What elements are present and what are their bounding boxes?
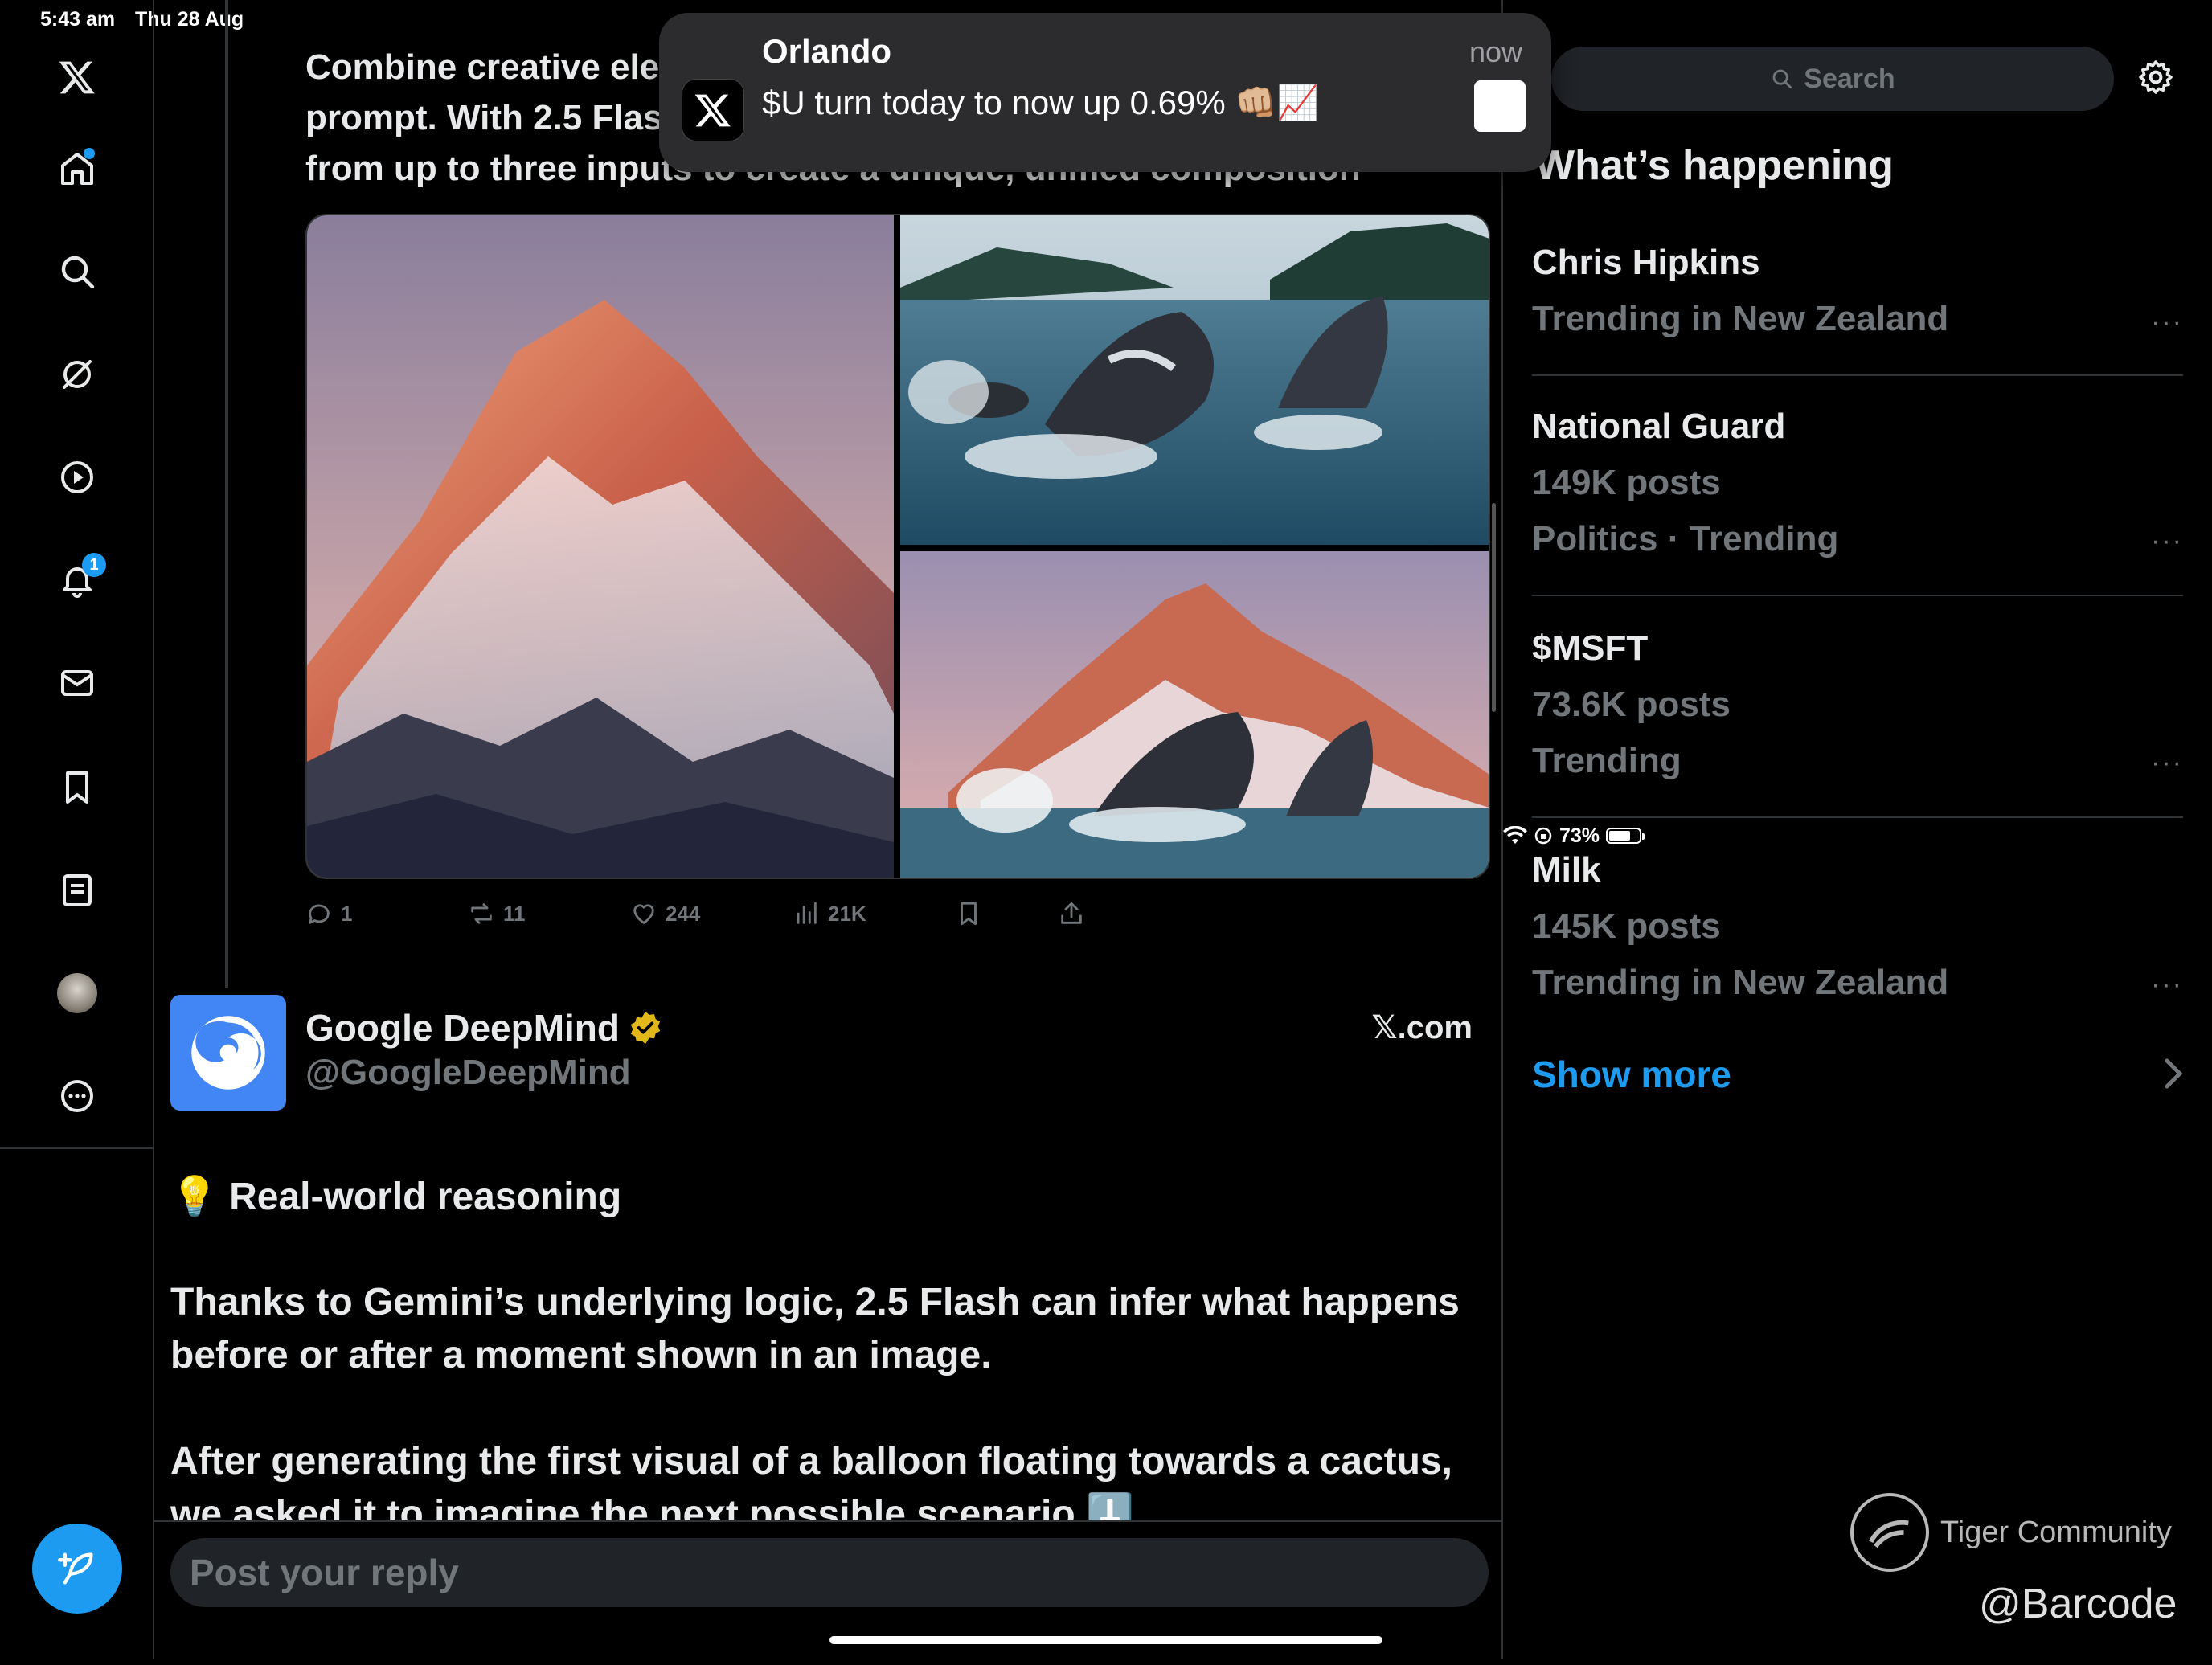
thread-line <box>225 0 228 988</box>
source-site-label: 𝕏.com <box>1371 1010 1473 1045</box>
search-placeholder: Search <box>1804 63 1895 94</box>
more-circle-icon <box>61 1080 93 1112</box>
trend-context: Trending <box>1532 741 1682 780</box>
main-column: Combine creative ele prompt. With 2.5 Fl… <box>154 0 1503 1659</box>
tiger-brand: Tiger Community <box>1940 1515 2172 1549</box>
mountain-whales-image[interactable] <box>900 551 1490 879</box>
notification-thumbnail <box>1474 80 1526 132</box>
trend-name: Milk <box>1532 850 1601 890</box>
trend-context: Trending in New Zealand <box>1532 299 1949 338</box>
repost-action[interactable]: 11 <box>468 900 526 927</box>
reply-count: 1 <box>341 901 353 926</box>
notification-title: Orlando <box>762 32 892 70</box>
trend-item[interactable]: Chris Hipkins Trending in New Zealand ··… <box>1532 243 2183 376</box>
gear-icon[interactable] <box>2136 58 2175 96</box>
nav-divider <box>0 1148 154 1149</box>
trend-more-icon[interactable]: ··· <box>2151 969 2183 1000</box>
trend-item[interactable]: Milk 145K posts Trending in New Zealand … <box>1532 850 2183 1019</box>
bookmark-icon <box>961 902 977 926</box>
notification-message: $U turn today to now up 0.69% 👊🏼📈 <box>762 84 1319 121</box>
trend-post-count: 145K posts <box>1532 906 1721 946</box>
bookmark-icon <box>66 771 88 804</box>
avatar <box>57 973 97 1013</box>
deepmind-avatar[interactable] <box>170 995 286 1111</box>
notification-time: now <box>1469 35 1522 68</box>
trend-name: National Guard <box>1532 407 1786 446</box>
like-count: 244 <box>666 901 701 926</box>
nav-messages[interactable] <box>45 651 109 715</box>
compose-button[interactable] <box>32 1524 122 1614</box>
search-icon <box>1772 69 1792 88</box>
author-handle[interactable]: @GoogleDeepMind <box>305 1053 631 1093</box>
right-sidebar: Search What’s happening Chris Hipkins Tr… <box>1503 0 2212 1659</box>
nav-lists[interactable] <box>45 858 109 922</box>
share-action[interactable] <box>1058 900 1085 927</box>
tiger-community-watermark: Tiger Community <box>1850 1493 2172 1572</box>
trend-context: Politics · Trending <box>1532 519 1839 558</box>
trend-name: $MSFT <box>1532 628 1649 668</box>
repost-icon <box>471 903 492 924</box>
reply-input[interactable]: Post your reply <box>170 1538 1489 1607</box>
tweet-media-grid[interactable] <box>305 214 1490 879</box>
nav-home[interactable] <box>45 137 109 201</box>
post-heading: 💡 Real-world reasoning <box>170 1176 622 1218</box>
reply-icon <box>309 904 330 924</box>
play-icon <box>61 461 93 493</box>
home-unread-dot <box>84 148 95 159</box>
verified-badge-icon <box>630 1011 661 1045</box>
trend-name: Chris Hipkins <box>1532 243 1760 282</box>
chevron-right-icon <box>2165 1058 2183 1089</box>
nav-bookmarks[interactable] <box>45 755 109 820</box>
nav-notifications[interactable]: 1 <box>45 548 109 612</box>
trend-context: Trending in New Zealand <box>1532 963 1949 1002</box>
left-nav: 1 <box>0 0 154 1659</box>
like-action[interactable]: 244 <box>630 900 700 927</box>
mountain-image[interactable] <box>307 215 894 879</box>
trend-item[interactable]: National Guard 149K posts Politics · Tre… <box>1532 407 2183 596</box>
x-app-icon <box>682 79 744 141</box>
reply-action[interactable]: 1 <box>305 900 352 927</box>
nav-explore[interactable] <box>45 239 109 304</box>
nav-video[interactable] <box>45 445 109 509</box>
search-input[interactable]: Search <box>1551 47 2114 111</box>
nav-more[interactable] <box>45 1064 109 1128</box>
watermark-user: @Barcode <box>1979 1581 2177 1627</box>
home-indicator[interactable] <box>830 1636 1382 1644</box>
x-logo-icon <box>59 61 95 94</box>
list-icon <box>63 874 92 906</box>
whales-image[interactable] <box>900 215 1490 545</box>
trend-post-count: 149K posts <box>1532 463 1721 502</box>
views-chart-icon <box>797 902 817 924</box>
mail-icon <box>61 670 93 696</box>
push-notification[interactable]: Orlando $U turn today to now up 0.69% 👊🏼… <box>659 13 1551 172</box>
show-more-link[interactable]: Show more <box>1532 1053 1731 1096</box>
bookmark-action[interactable] <box>955 900 982 927</box>
tiger-logo-icon <box>1850 1493 1929 1572</box>
scrollbar[interactable] <box>1492 503 1496 712</box>
notifications-badge: 1 <box>82 553 106 577</box>
whats-happening-title: What’s happening <box>1535 142 1894 189</box>
nav-grok[interactable] <box>45 342 109 407</box>
feather-plus-icon <box>58 1552 93 1585</box>
views-action[interactable]: 21K <box>793 900 866 927</box>
repost-count: 11 <box>503 901 526 926</box>
deepmind-logo-icon <box>191 1016 265 1090</box>
heart-icon <box>633 904 654 924</box>
trend-post-count: 73.6K posts <box>1532 685 1731 724</box>
trend-more-icon[interactable]: ··· <box>2151 307 2183 338</box>
author-name: Google DeepMind <box>305 1007 620 1049</box>
trend-more-icon[interactable]: ··· <box>2151 747 2183 779</box>
trend-item[interactable]: $MSFT 73.6K posts Trending ··· <box>1532 628 2183 818</box>
author-name-row[interactable]: Google DeepMind <box>305 1006 663 1049</box>
nav-profile[interactable] <box>45 961 109 1025</box>
views-count: 21K <box>828 901 866 926</box>
trend-more-icon[interactable]: ··· <box>2151 526 2183 557</box>
search-icon <box>61 256 95 289</box>
share-icon <box>1061 902 1082 924</box>
x-logo[interactable] <box>45 45 109 109</box>
post-body: Thanks to Gemini’s underlying logic, 2.5… <box>170 1281 1460 1536</box>
grok-icon <box>63 360 92 389</box>
